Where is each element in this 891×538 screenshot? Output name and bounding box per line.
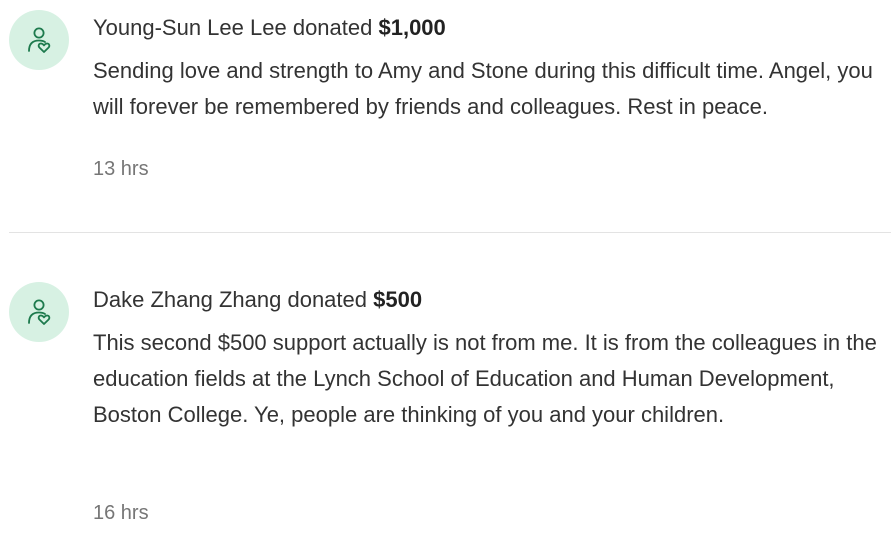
donation-message: Sending love and strength to Amy and Sto… (93, 58, 873, 119)
donor-name: Dake Zhang Zhang (93, 287, 282, 312)
divider (9, 232, 891, 233)
donation-amount: $500 (373, 287, 423, 312)
donor-name: Young-Sun Lee Lee (93, 15, 287, 40)
donation-message: This second $500 support actually is not… (93, 330, 877, 427)
donation-time: 16 hrs (93, 502, 149, 524)
donation-time: 13 hrs (93, 158, 149, 180)
donation-action: donated (287, 287, 367, 312)
donor-heart-icon (28, 299, 51, 325)
donor-avatar (9, 10, 69, 70)
donation-action: donated (292, 15, 373, 40)
donor-heart-icon (28, 27, 51, 53)
donation-header: Dake Zhang Zhang donated $500 (93, 285, 422, 315)
donor-avatar (9, 282, 69, 342)
donation-header: Young-Sun Lee Lee donated $1,000 (93, 13, 446, 43)
donation-amount: $1,000 (378, 15, 446, 40)
